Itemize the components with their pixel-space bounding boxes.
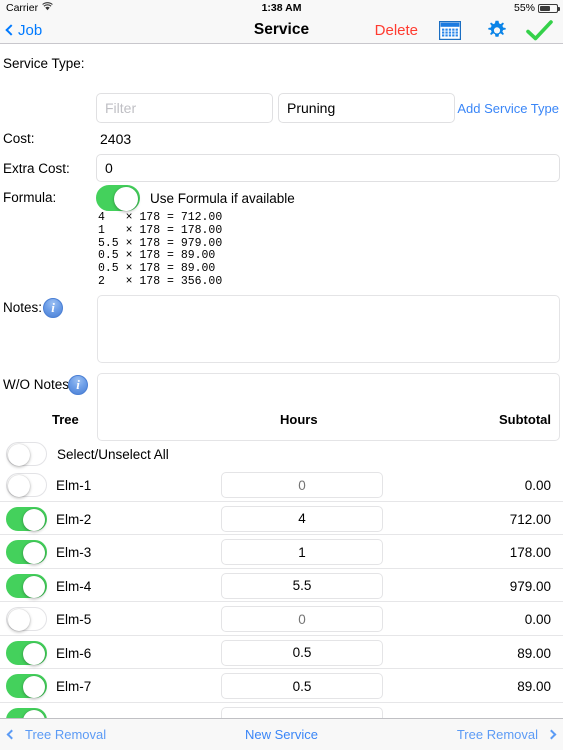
- column-header-subtotal: Subtotal: [499, 412, 551, 427]
- subtotal-value: 178.00: [509, 545, 551, 560]
- cost-value: 2403: [100, 131, 132, 147]
- service-type-input[interactable]: [278, 93, 455, 123]
- column-header-tree: Tree: [52, 412, 79, 427]
- select-all-row: Select/Unselect All: [0, 440, 563, 468]
- navigation-bar: Job Service Delete: [0, 16, 563, 44]
- battery-percent-label: 55%: [513, 2, 535, 14]
- hours-input[interactable]: [221, 639, 383, 666]
- wo-notes-label: W/O Notes:: [3, 377, 73, 392]
- hours-input[interactable]: [221, 606, 383, 632]
- delete-button[interactable]: Delete: [375, 16, 418, 44]
- toggle-knob: [8, 475, 30, 497]
- tree-select-toggle[interactable]: [6, 506, 47, 531]
- app-screen: Carrier 1:38 AM 55% Job Service Delete S…: [0, 0, 563, 750]
- tree-name-label: Elm-7: [56, 679, 92, 694]
- service-type-label: Service Type:: [3, 56, 85, 71]
- notes-input[interactable]: [97, 295, 560, 363]
- tree-select-toggle[interactable]: [6, 573, 47, 598]
- hours-input[interactable]: [221, 706, 383, 718]
- select-all-toggle[interactable]: [6, 442, 47, 466]
- column-header-hours: Hours: [280, 412, 318, 427]
- add-service-type-link[interactable]: Add Service Type: [457, 101, 559, 116]
- next-service-button[interactable]: Tree Removal: [456, 727, 557, 742]
- formula-toggle-label: Use Formula if available: [150, 190, 295, 206]
- toggle-knob: [8, 609, 30, 631]
- extra-cost-input[interactable]: [96, 154, 560, 182]
- cost-label: Cost:: [3, 131, 35, 146]
- subtotal-value: 0.00: [524, 478, 551, 493]
- select-all-label: Select/Unselect All: [57, 446, 169, 462]
- table-row[interactable]: Elm-2 712.00: [0, 502, 563, 535]
- tree-name-label: Elm-5: [56, 612, 92, 627]
- toggle-knob: [114, 187, 138, 211]
- hours-input[interactable]: [221, 472, 383, 498]
- formula-toggle[interactable]: [96, 185, 140, 211]
- filter-input[interactable]: [96, 93, 273, 123]
- table-row[interactable]: Elm-5 0.00: [0, 602, 563, 636]
- toggle-knob: [23, 676, 45, 698]
- tree-select-toggle[interactable]: [6, 473, 47, 497]
- battery-icon: [538, 3, 560, 13]
- hours-input[interactable]: [221, 673, 383, 699]
- tree-select-toggle[interactable]: [6, 707, 47, 718]
- toggle-knob: [23, 542, 45, 564]
- hours-input[interactable]: [221, 539, 383, 565]
- tree-name-label: Elm-1: [56, 478, 92, 493]
- tree-table-header: Tree Hours Subtotal: [0, 412, 563, 432]
- table-row[interactable]: Elm-1 0.00: [0, 468, 563, 502]
- subtotal-value: 712.00: [509, 511, 551, 527]
- status-bar-right: 55%: [513, 2, 560, 14]
- calendar-icon[interactable]: [438, 20, 462, 41]
- status-bar: Carrier 1:38 AM 55%: [0, 0, 563, 16]
- table-row[interactable]: Elm-3 178.00: [0, 535, 563, 569]
- table-row[interactable]: Elm-4 979.00: [0, 569, 563, 602]
- status-bar-time: 1:38 AM: [261, 2, 302, 14]
- tree-select-toggle[interactable]: [6, 640, 47, 665]
- next-service-label: Tree Removal: [456, 727, 538, 742]
- toggle-knob: [23, 709, 45, 718]
- tree-select-toggle[interactable]: [6, 540, 47, 564]
- subtotal-value: 89.00: [517, 679, 551, 694]
- info-icon[interactable]: i: [68, 375, 88, 395]
- formula-toggle-group: Use Formula if available: [96, 185, 295, 211]
- hours-input[interactable]: [221, 572, 383, 599]
- tree-name-label: Elm-6: [56, 645, 92, 661]
- tree-name-label: Elm-3: [56, 545, 92, 560]
- tree-select-toggle[interactable]: [6, 674, 47, 698]
- subtotal-value: 89.00: [517, 645, 551, 661]
- toggle-knob: [23, 642, 45, 665]
- subtotal-value: 0.00: [524, 612, 551, 627]
- table-row[interactable]: Elm-7 89.00: [0, 669, 563, 703]
- notes-label: Notes:: [3, 300, 43, 315]
- tree-list[interactable]: Elm-1 0.00 Elm-2 712.00 Elm-3 178.00 Elm-4 979.…: [0, 468, 563, 718]
- hours-input[interactable]: [221, 505, 383, 532]
- formula-breakdown: 4 × 178 = 712.00 1 × 178 = 178.00 5.5 × …: [98, 211, 223, 288]
- formula-label: Formula:: [3, 190, 57, 205]
- bottom-toolbar: Tree Removal New Service Tree Removal: [0, 718, 563, 750]
- toggle-knob: [23, 508, 45, 531]
- table-row[interactable]: Elm-6 89.00: [0, 636, 563, 669]
- tree-select-toggle[interactable]: [6, 607, 47, 631]
- tree-name-label: Elm-2: [56, 511, 92, 527]
- gear-icon[interactable]: [486, 20, 508, 41]
- info-icon[interactable]: i: [43, 298, 63, 318]
- extra-cost-label: Extra Cost:: [3, 161, 70, 176]
- tree-name-label: Elm-4: [56, 578, 92, 594]
- table-row[interactable]: [0, 703, 563, 718]
- checkmark-icon[interactable]: [526, 20, 553, 41]
- chevron-right-icon: [546, 729, 557, 740]
- page-title: Service: [253, 21, 310, 38]
- toggle-knob: [8, 444, 30, 466]
- toggle-knob: [23, 575, 45, 598]
- subtotal-value: 979.00: [509, 578, 551, 594]
